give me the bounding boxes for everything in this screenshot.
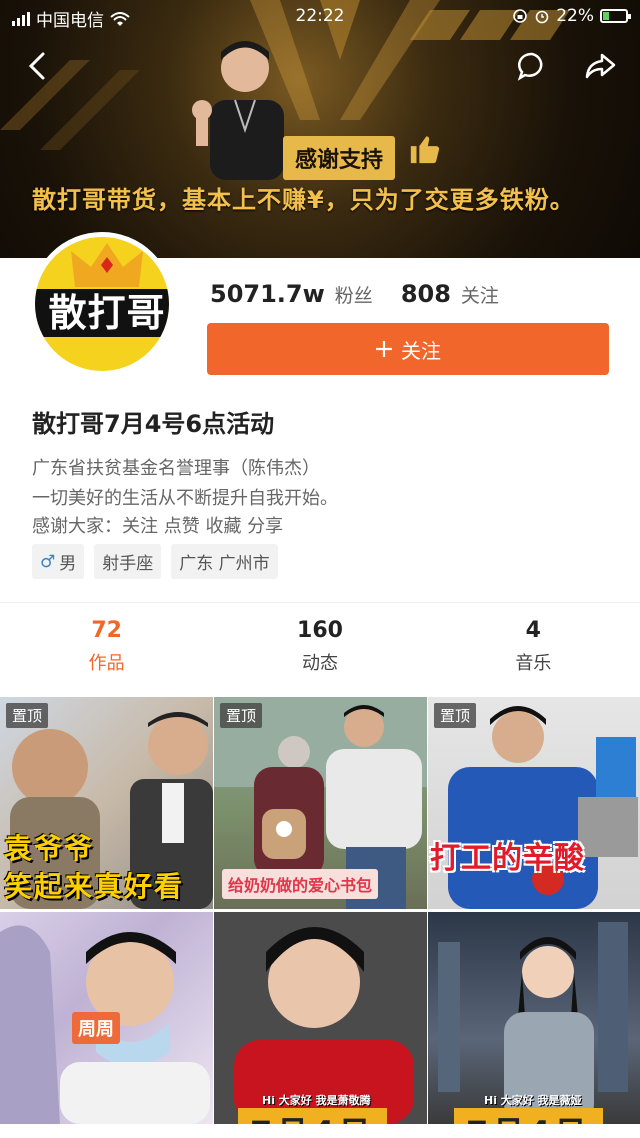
tab-count: 4 xyxy=(525,618,541,643)
video-thumbnail[interactable]: 周周 xyxy=(0,912,213,1124)
bio-line: 广东省扶贫基金名誉理事（陈伟杰） xyxy=(32,458,320,479)
video-caption: 给奶奶做的爱心书包 xyxy=(222,869,379,899)
video-scene xyxy=(448,706,638,909)
pinned-badge: 置顶 xyxy=(434,703,477,728)
video-subtitle: Hi 大家好 我是薇娅 xyxy=(484,1094,582,1107)
video-thumbnail[interactable]: Hi 大家好 我是薇娅 7月4日 xyxy=(428,912,640,1124)
battery-icon xyxy=(600,9,631,23)
share-icon xyxy=(585,53,616,79)
video-subtitle: Hi 大家好 我是萧敬腾 xyxy=(262,1094,371,1107)
follow-button-label: 关注 xyxy=(401,338,441,363)
banner-decoration xyxy=(0,0,570,150)
back-arrow-icon xyxy=(28,52,45,80)
video-thumbnail[interactable]: 置顶 打工的辛酸 xyxy=(428,697,640,909)
video-thumbnail[interactable]: Hi 大家好 我是萧敬腾 7月4日 xyxy=(214,912,427,1124)
tab-count: 160 xyxy=(297,618,343,643)
avatar[interactable]: 散打哥 xyxy=(30,232,174,376)
video-grid: 置顶 袁爷爷 笑起来真好看 置顶 给奶奶做的爱心书包 置顶 打工的辛酸 周周 H… xyxy=(0,697,640,1124)
back-button[interactable] xyxy=(18,46,58,86)
message-button[interactable] xyxy=(512,46,552,86)
video-thumbnail[interactable]: 置顶 给奶奶做的爱心书包 xyxy=(214,697,427,909)
battery-percent: 22% xyxy=(556,6,594,26)
profile-banner: 感谢支持 散打哥带货，基本上不赚¥，只为了交更多铁粉。 中国电信 22:22 2… xyxy=(0,0,640,258)
tab-count: 72 xyxy=(91,618,122,643)
male-icon: ♂ xyxy=(40,551,56,572)
banner-slogan: 散打哥带货，基本上不赚¥，只为了交更多铁粉。 xyxy=(32,186,575,214)
video-caption: 笑起来真好看 xyxy=(4,870,185,903)
zodiac-tag: 射手座 xyxy=(94,544,162,579)
video-thumbnail[interactable]: 置顶 袁爷爷 笑起来真好看 xyxy=(0,697,213,909)
alarm-icon xyxy=(535,10,549,24)
profile-stats: 5071.7w 粉丝 808 关注 xyxy=(210,280,517,308)
name-badge: 周周 xyxy=(72,1012,120,1044)
share-button[interactable] xyxy=(580,46,620,86)
content-tabs: 72 作品 160 动态 4 音乐 xyxy=(0,618,640,675)
tab-label: 作品 xyxy=(88,653,125,674)
status-right: 22% xyxy=(512,6,631,26)
avatar-text: 散打哥 xyxy=(35,289,169,337)
following-label[interactable]: 关注 xyxy=(461,281,499,308)
video-date: 7月4日 xyxy=(238,1108,387,1124)
pinned-badge: 置顶 xyxy=(220,703,263,728)
profile-tags: ♂ 男 射手座 广东 广州市 xyxy=(32,544,278,579)
bio-line: 感谢大家：关注 点赞 收藏 分享 xyxy=(32,516,284,537)
follow-button[interactable]: 关注 xyxy=(207,323,609,375)
crown-icon xyxy=(71,243,143,287)
divider xyxy=(0,602,640,603)
rotation-lock-icon xyxy=(513,9,528,23)
pinned-badge: 置顶 xyxy=(6,703,49,728)
tab-label: 动态 xyxy=(301,653,338,674)
chat-bubble-icon xyxy=(517,52,543,81)
video-date: 7月4日 xyxy=(454,1108,603,1124)
thumbs-up-icon xyxy=(410,136,440,164)
tab-label: 音乐 xyxy=(515,653,552,674)
fans-label[interactable]: 粉丝 xyxy=(335,281,373,308)
video-caption: 袁爷爷 xyxy=(4,832,95,865)
profile-name: 散打哥7月4号6点活动 xyxy=(32,410,275,438)
tab-posts[interactable]: 160 动态 xyxy=(213,618,426,675)
plus-icon xyxy=(376,341,392,357)
bio-line: 一切美好的生活从不断提升自我开始。 xyxy=(32,488,338,509)
location-tag: 广东 广州市 xyxy=(171,544,278,579)
tab-works[interactable]: 72 作品 xyxy=(0,618,213,675)
gender-tag: ♂ 男 xyxy=(32,544,85,579)
gender-label: 男 xyxy=(59,554,77,574)
fans-count[interactable]: 5071.7w xyxy=(210,280,325,308)
video-caption: 打工的辛酸 xyxy=(430,841,585,876)
status-bar: 中国电信 22:22 22% xyxy=(0,0,640,34)
thanks-sign: 感谢支持 xyxy=(283,136,396,180)
tab-music[interactable]: 4 音乐 xyxy=(427,618,640,675)
following-count[interactable]: 808 xyxy=(401,280,451,308)
